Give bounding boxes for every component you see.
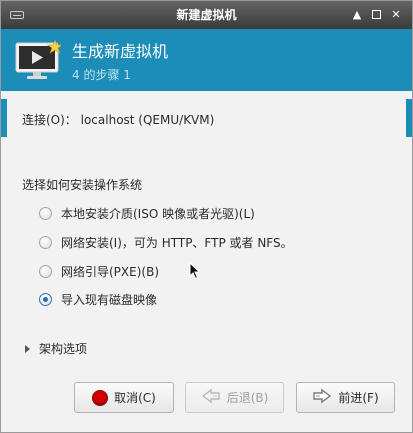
forward-arrow-icon <box>312 388 332 407</box>
keep-above-icon[interactable]: ▲ <box>350 8 364 22</box>
expander-label: 架构选项 <box>39 342 88 356</box>
radio-local-media[interactable]: 本地安装介质(ISO 映像或者光驱)(L) <box>39 204 255 222</box>
install-method-label: 选择如何安装操作系统 <box>22 178 143 192</box>
titlebar[interactable]: 新建虚拟机 ▲ ✕ <box>1 1 412 29</box>
close-icon[interactable]: ✕ <box>389 8 403 22</box>
radio-label: 网络安装(I)，可为 HTTP、FTP 或者 NFS。 <box>61 235 293 250</box>
radio-label: 本地安装介质(ISO 映像或者光驱)(L) <box>61 206 255 221</box>
mouse-pointer-icon <box>189 261 201 283</box>
wizard-heading: 生成新虚拟机 <box>72 42 169 61</box>
forward-label: 前进(F) <box>338 391 379 405</box>
radio-button[interactable] <box>39 235 52 249</box>
radio-import-disk[interactable]: 导入现有磁盘映像 <box>39 290 157 308</box>
back-arrow-icon <box>201 388 221 407</box>
maximize-icon[interactable] <box>369 8 383 22</box>
back-label: 后退(B) <box>226 391 269 405</box>
radio-network-boot[interactable]: 网络引导(PXE)(B) <box>39 262 159 280</box>
radio-label: 导入现有磁盘映像 <box>61 292 158 307</box>
wizard-banner: 生成新虚拟机 4 的步骤 1 <box>1 29 412 91</box>
radio-button[interactable] <box>39 206 52 220</box>
radio-network-install[interactable]: 网络安装(I)，可为 HTTP、FTP 或者 NFS。 <box>39 233 293 251</box>
cancel-label: 取消(C) <box>114 391 156 405</box>
expander-arrow-icon[interactable] <box>25 344 30 353</box>
forward-button[interactable]: 前进(F) <box>296 382 395 413</box>
wizard-step-indicator: 4 的步骤 1 <box>72 68 131 82</box>
radio-button[interactable] <box>39 264 52 278</box>
connection-label: 连接(O)： localhost (QEMU/KVM) <box>22 113 215 127</box>
new-vm-window: 新建虚拟机 ▲ ✕ 生成新虚拟机 4 的步骤 1 连接(O)： localhos… <box>0 0 413 433</box>
new-vm-monitor-icon <box>15 39 63 80</box>
back-button[interactable]: 后退(B) <box>185 382 284 413</box>
accent-bar-right <box>406 99 412 137</box>
architecture-options-expander[interactable]: 架构选项 <box>25 340 87 357</box>
radio-label: 网络引导(PXE)(B) <box>61 264 159 279</box>
stop-icon <box>92 389 109 406</box>
radio-button[interactable] <box>39 292 52 306</box>
cancel-button[interactable]: 取消(C) <box>74 382 174 413</box>
